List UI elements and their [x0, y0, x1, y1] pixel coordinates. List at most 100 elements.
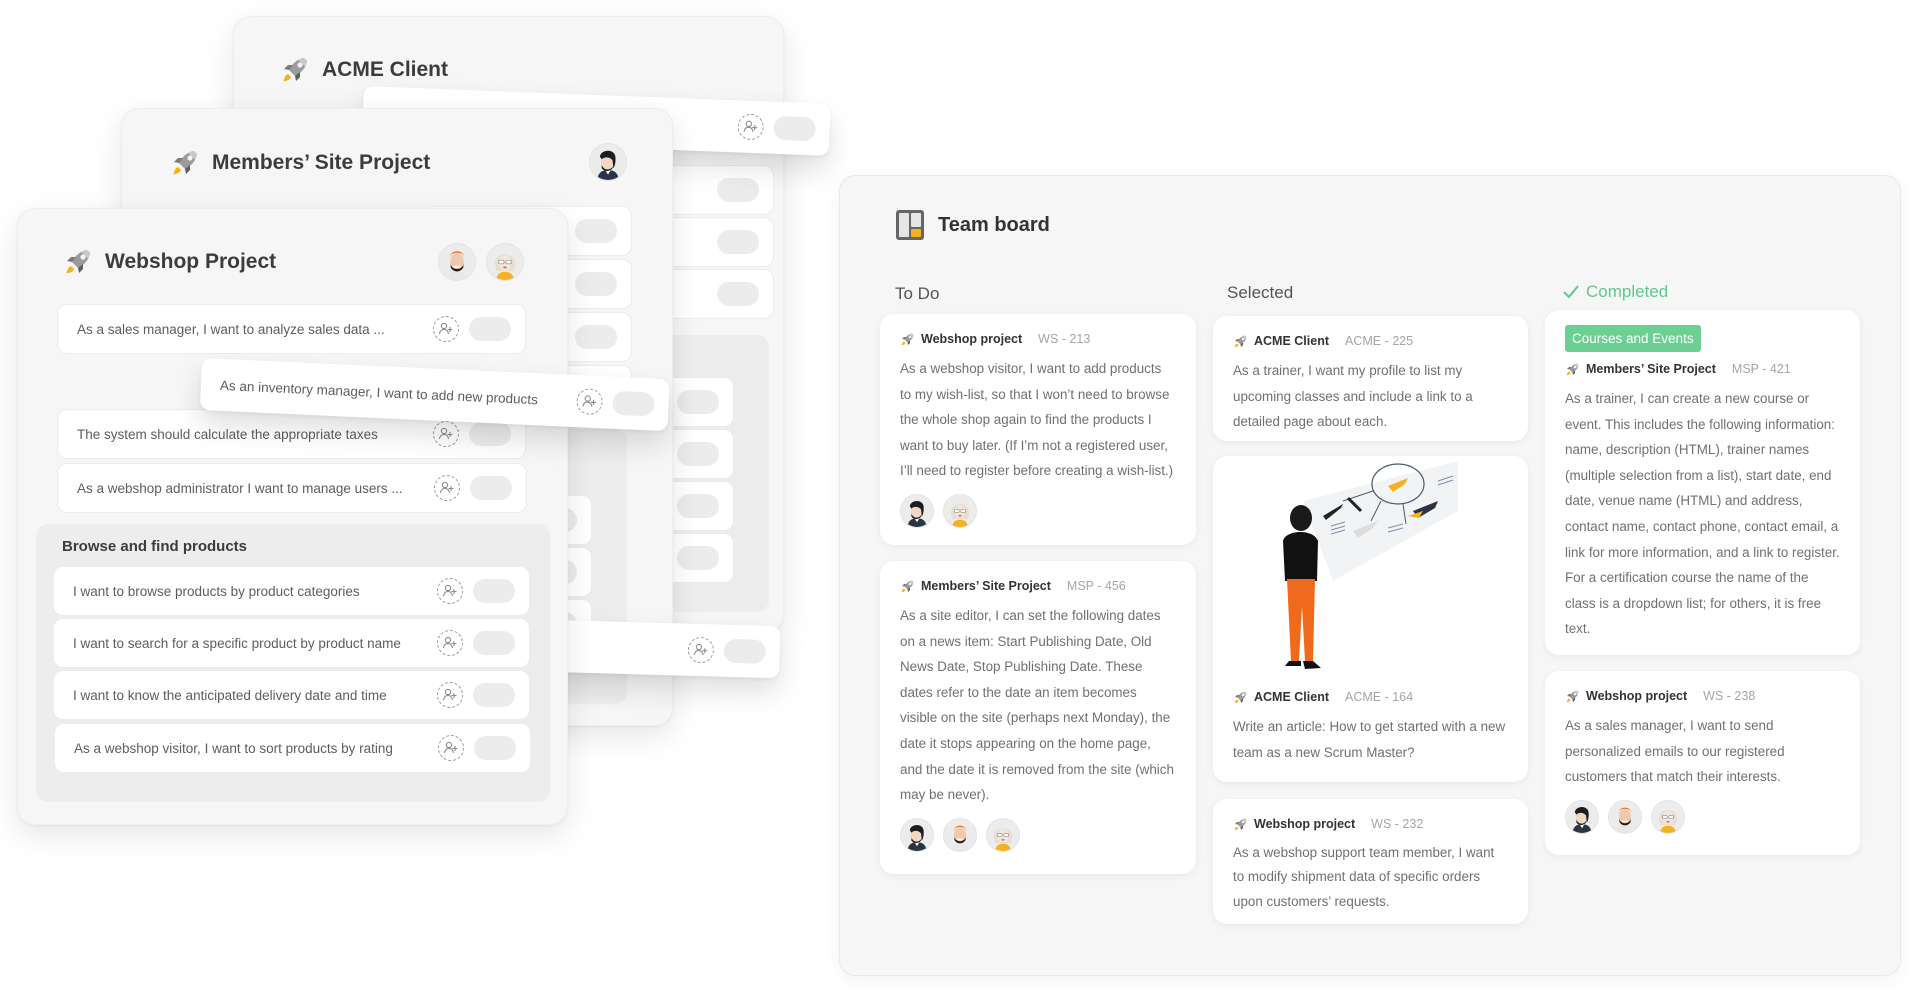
- add-assignee-button[interactable]: [437, 682, 463, 708]
- avatar[interactable]: [1565, 799, 1599, 834]
- add-assignee-button[interactable]: [737, 113, 765, 141]
- story-row[interactable]: I want to browse products by product cat…: [53, 566, 530, 616]
- avatar-man-orange-hair-icon: [944, 819, 976, 851]
- add-assignee-button[interactable]: [576, 388, 604, 416]
- status-pill[interactable]: [575, 325, 617, 349]
- project-name: Webshop Project: [105, 250, 277, 273]
- story-row[interactable]: I want to search for a specific product …: [53, 618, 530, 668]
- add-assignee-button[interactable]: [687, 636, 715, 664]
- avatar[interactable]: [1651, 799, 1685, 834]
- rocket-icon: [900, 332, 915, 347]
- avatar[interactable]: [900, 817, 934, 852]
- card-meta: Webshop project WS - 238: [1565, 687, 1840, 705]
- task-card[interactable]: Webshop project WS - 213 As a webshop vi…: [880, 314, 1196, 545]
- avatar[interactable]: [986, 817, 1020, 852]
- story-group-browse: Browse and find products I want to brows…: [36, 524, 550, 802]
- card-text: As a webshop visitor, I want to add prod…: [900, 361, 1174, 479]
- add-assignee-button[interactable]: [434, 475, 460, 501]
- project-card-webshop[interactable]: Webshop Project As a sales manager, I wa…: [17, 208, 568, 825]
- card-project: ACME Client: [1254, 334, 1329, 348]
- task-card[interactable]: Webshop project WS - 232 As a webshop su…: [1213, 799, 1528, 924]
- project-members: [438, 243, 524, 281]
- status-pill[interactable]: [575, 219, 617, 243]
- task-card[interactable]: Webshop project WS - 238 As a sales mana…: [1545, 671, 1860, 855]
- rocket-icon: [280, 55, 310, 85]
- status-pill[interactable]: [677, 442, 719, 466]
- story-row[interactable]: I want to know the anticipated delivery …: [53, 670, 530, 720]
- story-text: As an inventory manager, I want to add n…: [219, 377, 539, 407]
- story-text: As a webshop visitor, I want to sort pro…: [74, 740, 393, 756]
- status-pill[interactable]: [677, 546, 719, 570]
- story-row[interactable]: As a webshop administrator I want to man…: [57, 463, 527, 513]
- add-assignee-button[interactable]: [437, 630, 463, 656]
- rocket-icon: [1233, 817, 1248, 832]
- status-pill[interactable]: [612, 390, 656, 417]
- add-assignee-button[interactable]: [437, 578, 463, 604]
- story-group-title: Browse and find products: [62, 538, 248, 555]
- avatar-woman-blonde-icon: [487, 244, 523, 280]
- status-pill[interactable]: [474, 736, 516, 760]
- status-pill[interactable]: [473, 579, 515, 603]
- add-user-icon: [581, 393, 598, 410]
- card-id: ACME - 164: [1345, 690, 1414, 704]
- avatar[interactable]: [1608, 799, 1642, 834]
- task-card[interactable]: ACME Client ACME - 164 Write an article:…: [1213, 456, 1528, 782]
- add-assignee-button[interactable]: [433, 316, 459, 342]
- status-pill[interactable]: [470, 476, 512, 500]
- card-meta: Members’ Site Project MSP - 456: [900, 577, 1176, 595]
- avatar[interactable]: [486, 243, 524, 281]
- avatar[interactable]: [943, 817, 977, 852]
- status-pill[interactable]: [717, 230, 759, 254]
- avatar[interactable]: [589, 143, 627, 181]
- task-card[interactable]: ACME Client ACME - 225 As a trainer, I w…: [1213, 316, 1528, 441]
- avatar[interactable]: [438, 243, 476, 281]
- status-pill[interactable]: [677, 390, 719, 414]
- rocket-icon: [1233, 690, 1248, 705]
- add-user-icon: [442, 635, 458, 651]
- status-pill[interactable]: [473, 631, 515, 655]
- task-card[interactable]: Courses and Events Members’ Site Project…: [1545, 310, 1860, 655]
- status-pill[interactable]: [717, 178, 759, 202]
- rocket-icon: [1565, 689, 1580, 704]
- status-pill[interactable]: [723, 638, 767, 664]
- add-user-icon: [438, 426, 454, 442]
- card-meta: Webshop project WS - 232: [1233, 815, 1508, 833]
- card-assignees: [1565, 799, 1840, 834]
- status-pill[interactable]: [677, 494, 719, 518]
- card-project: Webshop project: [921, 332, 1023, 346]
- story-row[interactable]: As a sales manager, I want to analyze sa…: [57, 304, 526, 354]
- status-pill[interactable]: [469, 422, 511, 446]
- column-header-todo: To Do: [895, 284, 939, 304]
- project-title-acme: ACME Client: [280, 55, 448, 85]
- story-row[interactable]: As a webshop visitor, I want to sort pro…: [54, 723, 531, 773]
- avatar[interactable]: [900, 493, 934, 528]
- status-pill[interactable]: [469, 317, 511, 341]
- avatar-woman-blonde-icon: [987, 819, 1019, 851]
- story-text: I want to search for a specific product …: [73, 635, 401, 651]
- avatar-man-orange-hair-icon: [439, 244, 475, 280]
- card-project: Members’ Site Project: [921, 579, 1051, 593]
- status-pill[interactable]: [773, 115, 817, 142]
- status-pill[interactable]: [473, 683, 515, 707]
- status-pill[interactable]: [575, 272, 617, 296]
- avatar-woman-blonde-icon: [1652, 801, 1684, 833]
- board-title: Team board: [938, 213, 1050, 236]
- add-assignee-button[interactable]: [433, 421, 459, 447]
- rocket-icon: [900, 579, 915, 594]
- rocket-icon: [63, 247, 93, 277]
- story-text: As a sales manager, I want to analyze sa…: [77, 321, 385, 337]
- avatar[interactable]: [943, 493, 977, 528]
- avatar-woman-blonde-icon: [944, 495, 976, 527]
- task-card[interactable]: Members’ Site Project MSP - 456 As a sit…: [880, 561, 1196, 874]
- add-assignee-button[interactable]: [438, 735, 464, 761]
- add-user-icon: [443, 740, 459, 756]
- card-id: WS - 238: [1703, 689, 1756, 703]
- column-header-completed: Completed: [1562, 282, 1668, 302]
- card-meta: ACME Client ACME - 164: [1233, 688, 1508, 706]
- rocket-icon: [1233, 334, 1248, 349]
- card-meta: Members’ Site Project MSP - 421: [1565, 360, 1840, 378]
- story-text: I want to know the anticipated delivery …: [73, 687, 387, 703]
- card-text: Write an article: How to get started wit…: [1233, 719, 1506, 760]
- status-pill[interactable]: [717, 282, 759, 306]
- epic-label[interactable]: Courses and Events: [1565, 325, 1701, 352]
